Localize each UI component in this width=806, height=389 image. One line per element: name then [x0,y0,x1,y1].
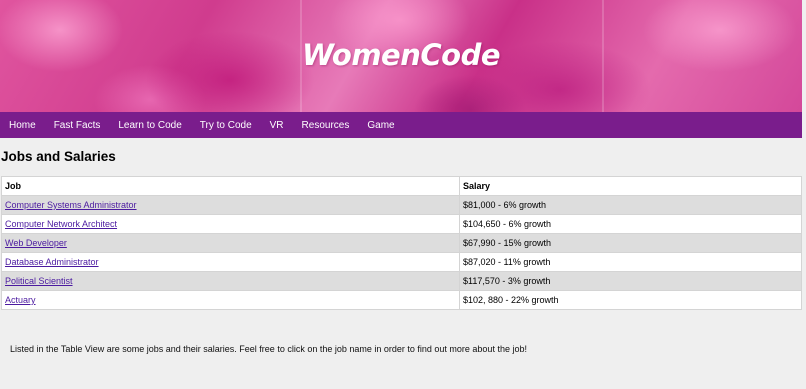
job-cell: Computer Network Architect [1,214,460,234]
header-banner: WomenCode [0,0,802,112]
column-header-salary: Salary [459,176,802,196]
table-row: Computer Network Architect $104,650 - 6%… [1,214,802,234]
table-header-row: Job Salary [1,176,802,196]
salary-cell: $87,020 - 11% growth [459,252,802,272]
table-row: Database Administrator $87,020 - 11% gro… [1,252,802,272]
salary-cell: $117,570 - 3% growth [459,271,802,291]
job-link[interactable]: Computer Systems Administrator [5,200,137,210]
table-row: Web Developer $67,990 - 15% growth [1,233,802,253]
salary-cell: $81,000 - 6% growth [459,195,802,215]
salary-cell: $102, 880 - 22% growth [459,290,802,310]
salary-cell: $67,990 - 15% growth [459,233,802,253]
table-description: Listed in the Table View are some jobs a… [10,344,527,354]
salary-cell: $104,650 - 6% growth [459,214,802,234]
nav-try-to-code[interactable]: Try to Code [200,120,252,131]
nav-fast-facts[interactable]: Fast Facts [54,120,101,131]
table-row: Political Scientist $117,570 - 3% growth [1,271,802,291]
job-link[interactable]: Web Developer [5,238,67,248]
job-cell: Actuary [1,290,460,310]
job-link[interactable]: Political Scientist [5,276,73,286]
nav-resources[interactable]: Resources [302,120,350,131]
column-header-job: Job [1,176,460,196]
job-link[interactable]: Actuary [5,295,36,305]
main-nav: Home Fast Facts Learn to Code Try to Cod… [0,112,802,138]
job-link[interactable]: Computer Network Architect [5,219,117,229]
table-row: Computer Systems Administrator $81,000 -… [1,195,802,215]
job-cell: Web Developer [1,233,460,253]
page-title: Jobs and Salaries [1,149,116,164]
job-link[interactable]: Database Administrator [5,257,99,267]
job-cell: Database Administrator [1,252,460,272]
site-logo[interactable]: WomenCode [0,38,802,72]
nav-home[interactable]: Home [9,120,36,131]
table-row: Actuary $102, 880 - 22% growth [1,290,802,310]
nav-game[interactable]: Game [367,120,394,131]
job-cell: Political Scientist [1,271,460,291]
job-cell: Computer Systems Administrator [1,195,460,215]
nav-vr[interactable]: VR [270,120,284,131]
jobs-table: Job Salary Computer Systems Administrato… [1,176,802,310]
nav-learn-to-code[interactable]: Learn to Code [118,120,181,131]
